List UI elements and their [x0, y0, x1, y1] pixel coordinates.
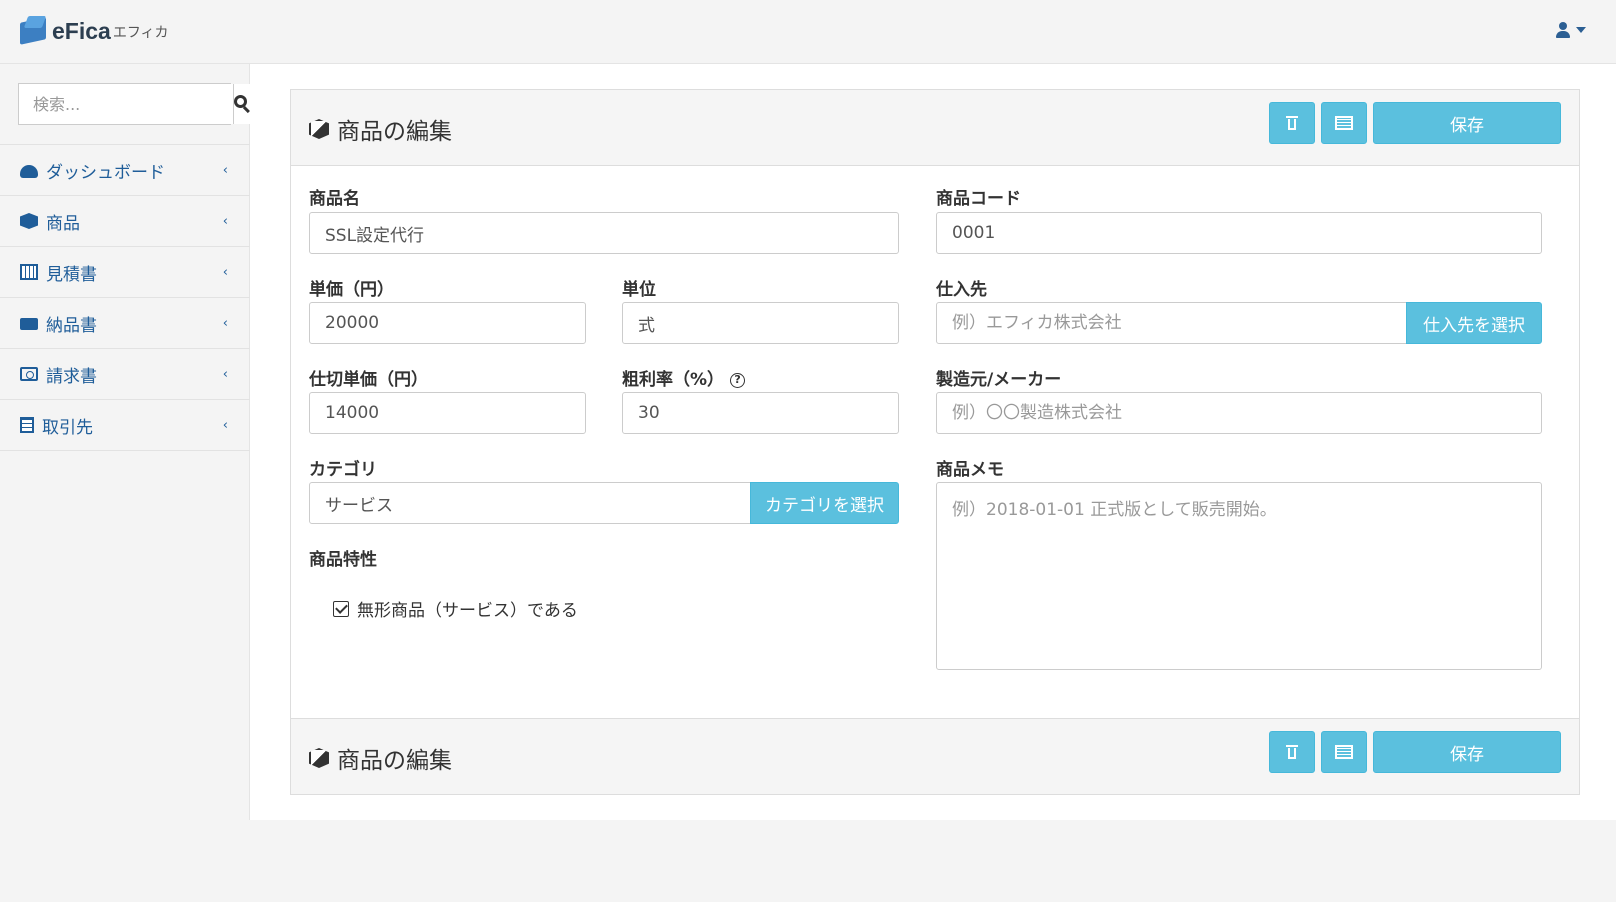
product-name-input[interactable] — [309, 212, 899, 254]
supplier-input[interactable] — [936, 302, 1407, 344]
panel-title-text: 商品の編集 — [337, 119, 452, 145]
sidebar-item-quotes[interactable]: 見積書 ‹ — [0, 247, 250, 298]
chevron-left-icon: ‹ — [222, 265, 228, 280]
chevron-left-icon: ‹ — [222, 367, 228, 382]
user-menu[interactable] — [1556, 22, 1586, 38]
product-code-input[interactable] — [936, 212, 1542, 254]
user-icon — [1556, 22, 1570, 38]
list-icon — [1335, 116, 1353, 130]
sidebar-item-label: ダッシュボード — [46, 162, 165, 183]
chevron-left-icon: ‹ — [222, 214, 228, 229]
sidebar-item-label: 請求書 — [46, 366, 97, 387]
sidebar: ダッシュボード ‹ 商品 ‹ 見積書 ‹ 納品書 ‹ 請求書 ‹ 取引先 ‹ — [0, 64, 252, 820]
traits-label: 商品特性 — [309, 550, 377, 570]
logo-cube-icon — [18, 16, 50, 45]
brand-name: eFica — [52, 18, 111, 44]
margin-label: 粗利率（%）? — [622, 365, 746, 390]
chevron-left-icon: ‹ — [222, 316, 228, 331]
main-content: 商品の編集 保存 商品名 単価（円） 単位 仕切単価（円） 粗利率（%）? — [250, 64, 1616, 820]
panel-title: 商品の編集 — [309, 112, 452, 146]
money-icon — [20, 367, 38, 381]
panel-footer-actions: 保存 — [1269, 731, 1561, 773]
building-icon — [20, 417, 34, 433]
save-button-footer[interactable]: 保存 — [1373, 731, 1561, 773]
sidebar-nav: ダッシュボード ‹ 商品 ‹ 見積書 ‹ 納品書 ‹ 請求書 ‹ 取引先 ‹ — [0, 144, 250, 451]
memo-label: 商品メモ — [936, 460, 1004, 480]
truck-icon — [20, 318, 38, 330]
delete-button[interactable] — [1269, 102, 1315, 144]
unit-input[interactable] — [622, 302, 899, 344]
intangible-checkbox[interactable] — [333, 600, 349, 617]
calculator-icon — [20, 264, 38, 280]
trash-icon — [1286, 745, 1298, 759]
unit-price-input[interactable] — [309, 302, 586, 344]
product-name-label: 商品名 — [309, 189, 360, 209]
margin-label-text: 粗利率（%） — [622, 370, 725, 390]
list-button-footer[interactable] — [1321, 731, 1367, 773]
select-category-button[interactable]: カテゴリを選択 — [750, 482, 899, 524]
brand-kana: エフィカ — [112, 25, 169, 41]
delete-button-footer[interactable] — [1269, 731, 1315, 773]
sidebar-item-dashboard[interactable]: ダッシュボード ‹ — [0, 145, 250, 196]
sidebar-item-label: 取引先 — [42, 417, 93, 438]
list-icon — [1335, 745, 1353, 759]
sidebar-item-products[interactable]: 商品 ‹ — [0, 196, 250, 247]
sidebar-item-label: 商品 — [46, 213, 80, 234]
select-supplier-button[interactable]: 仕入先を選択 — [1406, 302, 1542, 344]
cube-icon — [20, 213, 38, 229]
edit-product-panel: 商品の編集 保存 商品名 単価（円） 単位 仕切単価（円） 粗利率（%）? — [290, 89, 1580, 795]
maker-input[interactable] — [936, 392, 1542, 434]
panel-footer-title-text: 商品の編集 — [337, 748, 452, 774]
category-label: カテゴリ — [309, 460, 377, 480]
sidebar-item-clients[interactable]: 取引先 ‹ — [0, 400, 250, 451]
cube-icon — [309, 119, 329, 139]
search-box — [18, 83, 252, 125]
unit-label: 単位 — [622, 280, 656, 300]
search-input[interactable] — [19, 84, 233, 124]
dashboard-icon — [20, 164, 38, 178]
chevron-left-icon: ‹ — [222, 163, 228, 178]
panel-actions: 保存 — [1269, 102, 1561, 144]
panel-header: 商品の編集 保存 — [291, 90, 1579, 166]
unit-price-label: 単価（円） — [309, 280, 394, 300]
cost-price-input[interactable] — [309, 392, 586, 434]
sidebar-item-deliveries[interactable]: 納品書 ‹ — [0, 298, 250, 349]
chevron-left-icon: ‹ — [222, 418, 228, 433]
top-bar: eFica エフィカ — [0, 0, 1616, 64]
intangible-checkbox-row[interactable]: 無形商品（サービス）である — [333, 596, 578, 621]
trash-icon — [1286, 116, 1298, 130]
category-input[interactable] — [309, 482, 751, 524]
help-icon[interactable]: ? — [730, 372, 746, 388]
memo-textarea[interactable] — [936, 482, 1542, 670]
sidebar-item-label: 見積書 — [46, 264, 97, 285]
product-code-label: 商品コード — [936, 189, 1021, 209]
panel-footer-title: 商品の編集 — [309, 741, 452, 775]
margin-input[interactable] — [622, 392, 899, 434]
sidebar-item-invoices[interactable]: 請求書 ‹ — [0, 349, 250, 400]
supplier-label: 仕入先 — [936, 280, 987, 300]
save-button[interactable]: 保存 — [1373, 102, 1561, 144]
cost-price-label: 仕切単価（円） — [309, 370, 428, 390]
list-button[interactable] — [1321, 102, 1367, 144]
sidebar-item-label: 納品書 — [46, 315, 97, 336]
cube-icon — [309, 748, 329, 768]
maker-label: 製造元/メーカー — [936, 370, 1062, 390]
app-logo[interactable]: eFica エフィカ — [18, 16, 169, 45]
caret-down-icon — [1576, 27, 1586, 33]
panel-footer: 商品の編集 保存 — [291, 718, 1579, 794]
intangible-checkbox-label: 無形商品（サービス）である — [357, 601, 578, 621]
